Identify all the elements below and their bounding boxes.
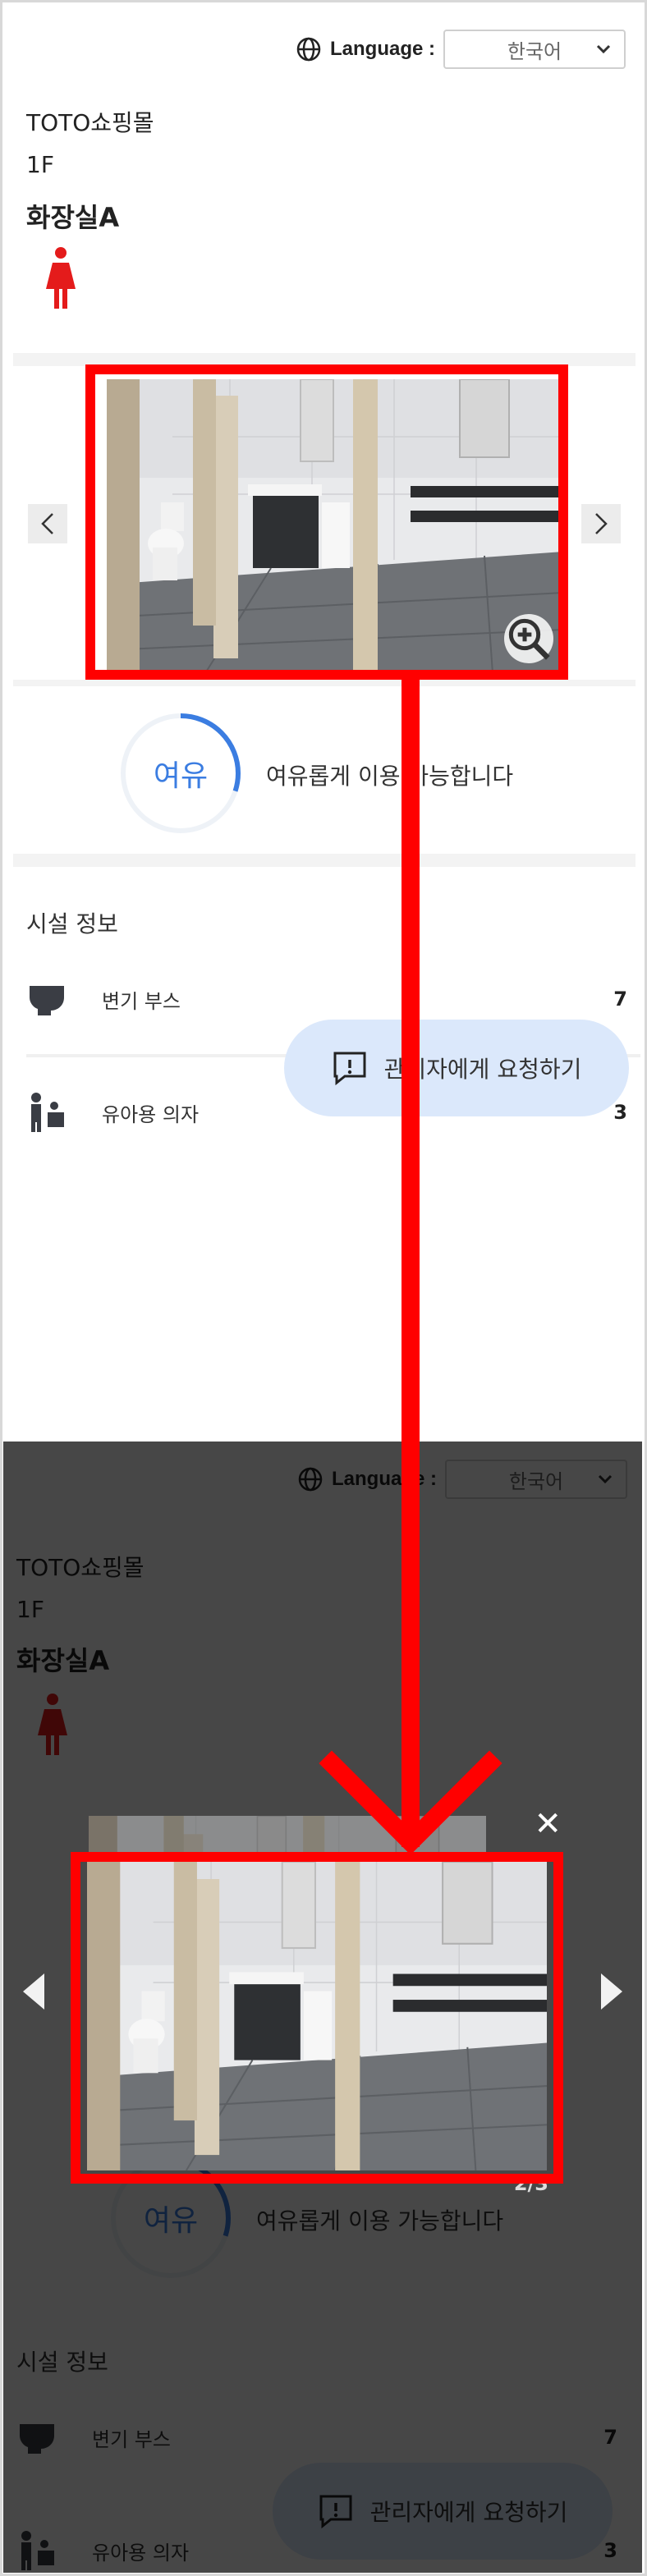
chevron-down-icon bbox=[596, 44, 611, 54]
toilet-booth-icon bbox=[30, 986, 64, 1015]
restroom-status-page: Language : 한국어 TOTO쇼핑몰 1F 화장실A 여유 여유롭게 이… bbox=[3, 3, 642, 1442]
photo-slider bbox=[15, 373, 632, 680]
female-icon bbox=[46, 247, 76, 309]
slider-prev-button[interactable] bbox=[28, 504, 67, 543]
section-divider bbox=[13, 854, 636, 867]
chevron-left-icon bbox=[41, 513, 53, 534]
request-admin-label: 관리자에게 요청하기 bbox=[383, 1056, 582, 1083]
restroom-photo-image bbox=[107, 379, 563, 673]
facility-count: 3 bbox=[613, 1101, 627, 1124]
language-bar: Language : 한국어 bbox=[296, 30, 626, 69]
zoom-button[interactable] bbox=[504, 614, 553, 663]
restroom-photo-image bbox=[87, 1862, 547, 2170]
lightbox-prev-icon[interactable] bbox=[23, 1973, 44, 2010]
globe-icon bbox=[296, 37, 321, 62]
mall-name: TOTO쇼핑몰 bbox=[26, 109, 154, 136]
section-divider bbox=[13, 353, 636, 366]
lightbox-pager: 2/3 bbox=[513, 2172, 548, 2195]
report-chat-icon bbox=[333, 1052, 366, 1086]
close-icon[interactable]: ✕ bbox=[534, 1808, 562, 1840]
section-divider bbox=[13, 680, 636, 686]
language-select[interactable]: 한국어 bbox=[443, 30, 626, 69]
photo-lightbox-state: Language : 한국어 TOTO쇼핑몰 1F 화장실A 여유 여유롭게 이… bbox=[3, 1442, 642, 2573]
facility-info-title: 시설 정보 bbox=[26, 910, 118, 937]
status-description: 여유롭게 이용 가능합니다 bbox=[266, 763, 514, 790]
restroom-name: 화장실A bbox=[26, 202, 120, 233]
request-admin-button[interactable]: 관리자에게 요청하기 bbox=[284, 1020, 629, 1116]
restroom-photo[interactable] bbox=[107, 379, 563, 673]
status-badge: 여유 bbox=[153, 759, 209, 793]
lightbox-next-icon[interactable] bbox=[601, 1973, 622, 2010]
language-label: Language : bbox=[329, 38, 435, 60]
chevron-right-icon bbox=[595, 513, 608, 534]
slider-next-button[interactable] bbox=[581, 504, 621, 543]
facility-count: 7 bbox=[613, 988, 627, 1011]
language-select-value: 한국어 bbox=[507, 39, 562, 63]
facility-name: 변기 부스 bbox=[102, 989, 181, 1013]
zoom-in-icon bbox=[508, 618, 550, 660]
lightbox-photo[interactable] bbox=[87, 1862, 547, 2170]
status-gauge: 여유 bbox=[118, 711, 243, 836]
floor-label: 1F bbox=[26, 151, 54, 178]
baby-chair-icon bbox=[31, 1093, 64, 1132]
